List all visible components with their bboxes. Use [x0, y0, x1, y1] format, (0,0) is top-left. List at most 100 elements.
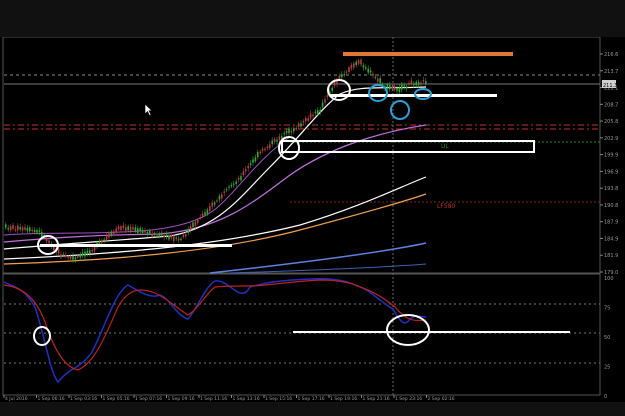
candle-body — [168, 235, 170, 240]
candle-body — [79, 254, 81, 258]
white-level-bar-osc — [293, 331, 570, 333]
candle-body — [293, 128, 295, 132]
candle-body — [273, 138, 276, 142]
candle-body — [91, 249, 93, 252]
candle-body — [108, 233, 110, 238]
candle-body — [137, 228, 139, 234]
candle-body — [24, 227, 26, 230]
candle-body — [153, 233, 156, 235]
oscillator-label: 100 — [604, 276, 614, 282]
title-bar — [0, 0, 625, 37]
candle-body — [115, 228, 117, 233]
candle-body — [192, 222, 194, 228]
candle-body — [247, 166, 249, 169]
candle-body — [117, 226, 120, 230]
candle-body — [110, 231, 113, 235]
candle-body — [422, 79, 425, 82]
candle-body — [345, 71, 348, 73]
candle-body — [158, 233, 161, 237]
candle-body — [341, 74, 343, 78]
oscillator-label: 25 — [604, 365, 610, 371]
candle-body — [348, 67, 350, 72]
candle-body — [141, 229, 144, 233]
candle-body — [182, 234, 185, 238]
candle-body — [221, 194, 223, 199]
candle-body — [216, 200, 218, 202]
candle-body — [295, 127, 297, 130]
candle-body — [151, 233, 153, 236]
candle-body — [386, 84, 389, 88]
mouse-pointer-icon — [144, 103, 153, 116]
status-bar — [0, 402, 625, 416]
candle-body — [413, 83, 415, 86]
candle-body — [7, 227, 9, 230]
candle-body — [21, 227, 24, 231]
candle-body — [206, 209, 209, 214]
candle-body — [223, 191, 225, 193]
candle-body — [65, 254, 67, 257]
candle-body — [194, 221, 197, 226]
candle-body — [369, 70, 372, 73]
candle-body — [36, 229, 38, 233]
candle-body — [69, 255, 72, 259]
candle-body — [331, 87, 333, 91]
price-label: 184.9 — [604, 236, 618, 242]
candle-body — [213, 202, 216, 205]
candle-body — [105, 235, 108, 240]
candle-body — [312, 114, 314, 117]
candle-body — [129, 227, 132, 232]
candle-body — [175, 237, 177, 239]
candle-body — [360, 59, 362, 65]
candle-body — [420, 82, 422, 84]
candle-body — [259, 151, 261, 154]
candle-body — [237, 177, 240, 180]
price-label: 213.7 — [604, 69, 618, 75]
candle-body — [48, 240, 50, 243]
white-support-bar-left — [40, 244, 232, 247]
candle-body — [163, 234, 165, 238]
candle-body — [230, 184, 233, 187]
candle-body — [17, 225, 19, 231]
candle-body — [12, 225, 14, 229]
candle-body — [326, 95, 329, 97]
candle-body — [173, 236, 175, 242]
candle-body — [254, 157, 257, 162]
candle-body — [314, 111, 317, 114]
candle-body — [417, 82, 420, 85]
candle-body — [357, 60, 360, 64]
candle-body — [125, 227, 127, 231]
candle-body — [57, 249, 60, 254]
candle-body — [307, 118, 309, 121]
candle-body — [74, 257, 77, 260]
candle-body — [321, 102, 324, 108]
candle-body — [401, 84, 403, 90]
price-label: 190.8 — [604, 203, 618, 209]
candle-body — [93, 246, 96, 251]
candle-body — [393, 85, 396, 90]
candle-body — [170, 234, 173, 239]
chart-window[interactable]: 216.6 213.7 211.1 208.7 205.8 202.9 199.9 196.9… — [0, 36, 625, 402]
candle-body — [367, 68, 369, 73]
candle-body — [309, 113, 312, 119]
candle-body — [264, 148, 266, 151]
candle-body — [379, 78, 381, 83]
candle-body — [113, 231, 115, 234]
candle-body — [297, 123, 300, 127]
candle-body — [350, 65, 353, 69]
price-panel-frame — [2, 36, 601, 274]
candle-body — [139, 228, 141, 232]
ma-blue-slow — [209, 242, 427, 274]
candle-body — [355, 61, 357, 66]
candle-body — [228, 186, 230, 188]
candle-body — [285, 131, 288, 134]
candle-body — [245, 169, 247, 172]
candle-body — [266, 146, 269, 149]
candle-body — [127, 226, 129, 231]
candle-body — [240, 176, 242, 181]
candle-body — [362, 65, 365, 68]
candle-body — [134, 227, 137, 232]
candle-body — [132, 227, 134, 230]
oscillator-line-red — [3, 279, 427, 371]
ma-white-fast — [3, 86, 427, 250]
candle-body — [398, 87, 401, 93]
